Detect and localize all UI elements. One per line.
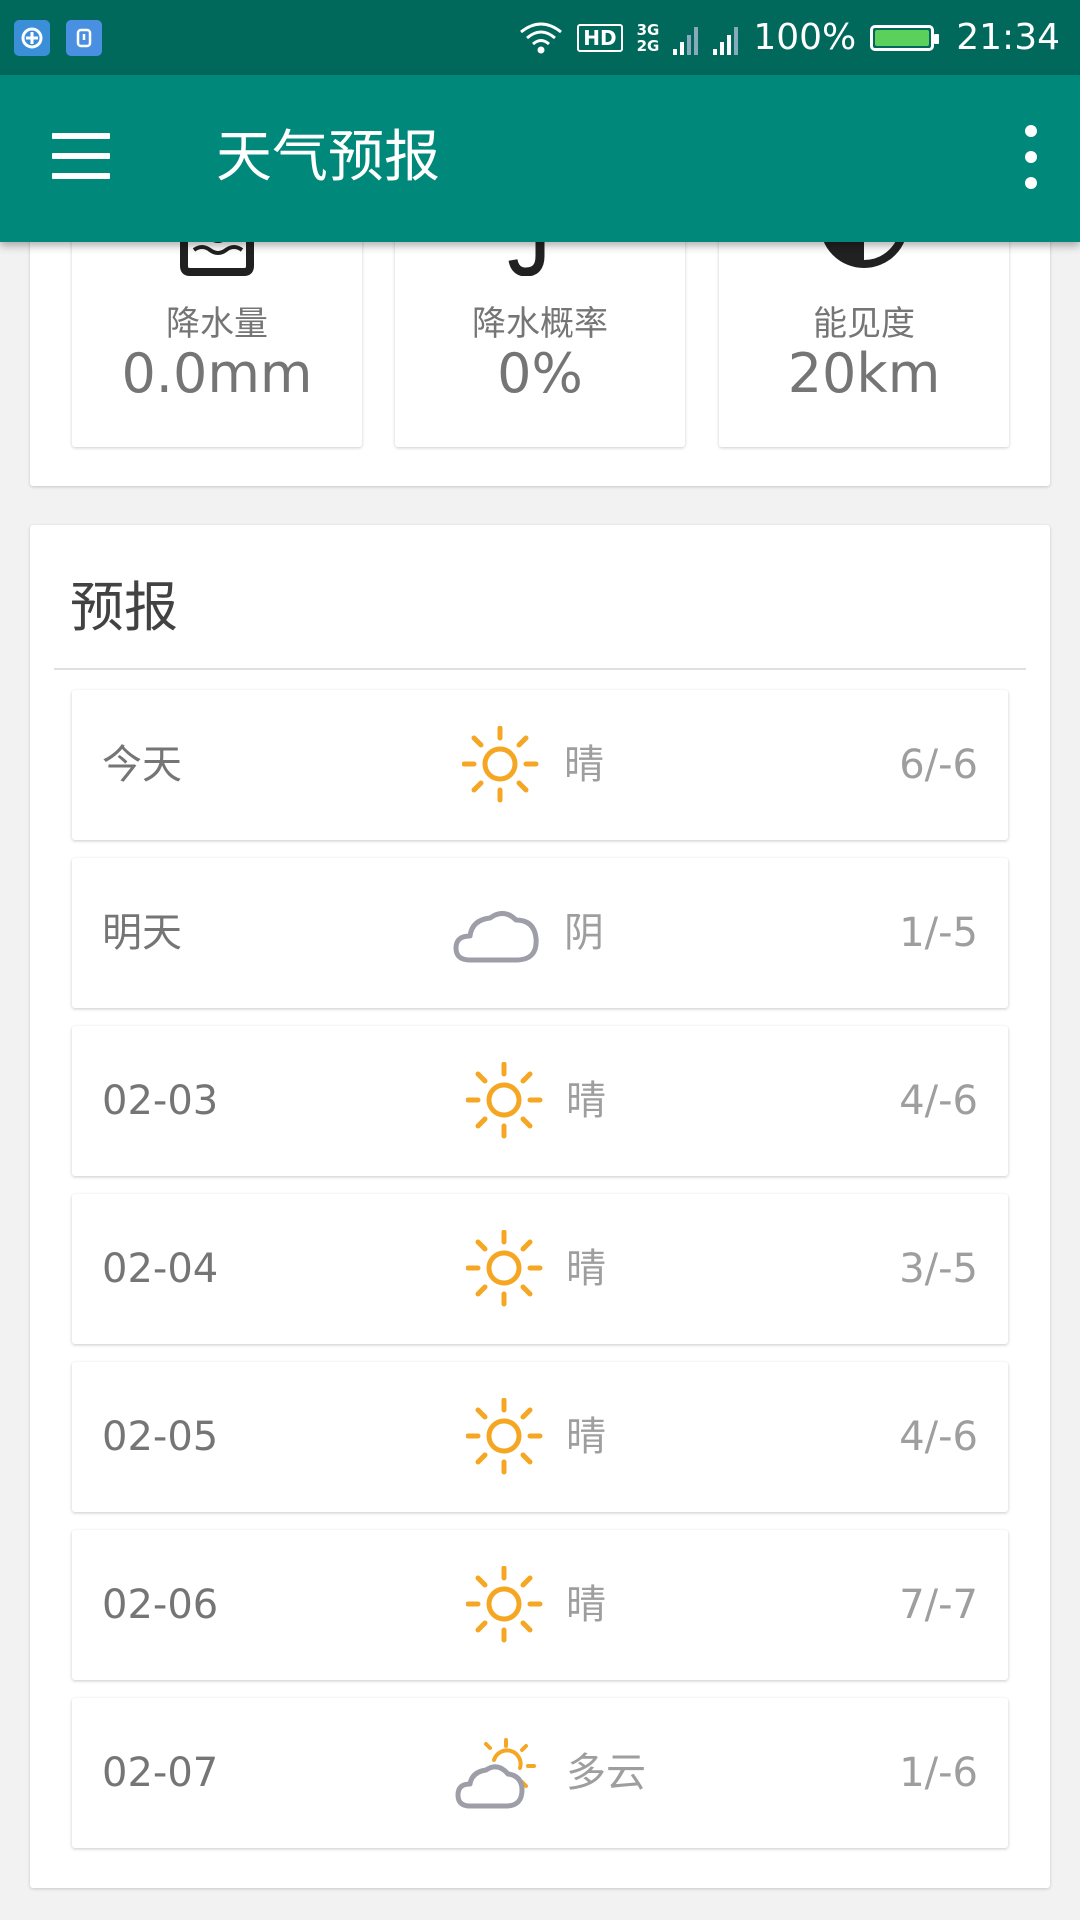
forecast-condition: 晴	[566, 1078, 606, 1124]
network-label-bottom: 2G	[636, 36, 660, 55]
metric-value: 0%	[497, 342, 583, 405]
forecast-date: 今天	[102, 742, 182, 788]
network-type-icon: 3G 2G	[637, 22, 660, 54]
forecast-row[interactable]: 今天 晴 6/-6	[72, 690, 1008, 840]
forecast-row[interactable]: 02-03 晴 4/-6	[72, 1026, 1008, 1176]
battery-percent: 100%	[753, 17, 857, 58]
sun-icon	[465, 1397, 550, 1478]
divider	[54, 668, 1026, 670]
forecast-date: 02-04	[102, 1246, 219, 1292]
forecast-condition: 晴	[566, 1414, 606, 1460]
forecast-date: 02-06	[102, 1582, 219, 1628]
usb-notification-icon	[66, 20, 102, 56]
partly-cloudy-icon	[454, 1734, 544, 1814]
cloud-icon	[452, 894, 539, 974]
forecast-temp: 4/-6	[899, 1078, 978, 1124]
forecast-date: 02-05	[102, 1414, 219, 1460]
network-label-top: 3G	[636, 20, 660, 39]
forecast-temp: 6/-6	[899, 742, 978, 788]
forecast-temp: 1/-6	[899, 1750, 978, 1796]
sun-icon	[465, 1565, 550, 1646]
sun-icon	[465, 1229, 550, 1310]
status-bar: HD 3G 2G 100% 21:34	[0, 0, 1080, 75]
app-notification-icon	[14, 20, 50, 56]
battery-fill	[875, 29, 930, 46]
metric-value: 20km	[787, 342, 941, 405]
status-bar-right: HD 3G 2G 100% 21:34	[519, 0, 1060, 75]
signal-icon-sim1	[673, 21, 699, 55]
sun-icon	[461, 725, 546, 806]
forecast-date: 02-03	[102, 1078, 219, 1124]
forecast-row[interactable]: 02-05 晴 4/-6	[72, 1362, 1008, 1512]
wifi-icon	[519, 20, 563, 56]
forecast-condition: 晴	[566, 1582, 606, 1628]
hd-badge: HD	[577, 23, 623, 52]
metric-label: 降水量	[166, 304, 268, 344]
forecast-date: 02-07	[102, 1750, 219, 1796]
forecast-card: 预报 今天 晴 6/-6 明天 阴 1/-5 02-03 晴 4/-6 02-0…	[30, 525, 1050, 1888]
forecast-row[interactable]: 02-04 晴 3/-5	[72, 1194, 1008, 1344]
forecast-temp: 1/-5	[899, 910, 978, 956]
forecast-temp: 7/-7	[899, 1582, 978, 1628]
forecast-date: 明天	[102, 910, 182, 956]
battery-icon	[870, 24, 940, 51]
app-title: 天气预报	[216, 125, 440, 190]
forecast-condition: 晴	[564, 742, 604, 788]
metric-label: 降水概率	[472, 304, 608, 344]
forecast-temp: 4/-6	[899, 1414, 978, 1460]
forecast-condition: 多云	[566, 1750, 646, 1796]
forecast-row[interactable]: 02-06 晴 7/-7	[72, 1530, 1008, 1680]
clock: 21:34	[956, 17, 1060, 58]
more-vert-icon[interactable]	[1016, 125, 1046, 189]
forecast-condition: 阴	[564, 910, 604, 956]
forecast-condition: 晴	[566, 1246, 606, 1292]
forecast-row[interactable]: 明天 阴 1/-5	[72, 858, 1008, 1008]
hamburger-menu-icon[interactable]	[52, 133, 110, 179]
metric-label: 能见度	[813, 304, 915, 344]
forecast-row[interactable]: 02-07 多云 1/-6	[72, 1698, 1008, 1848]
signal-icon-sim2	[713, 21, 739, 55]
metric-value: 0.0mm	[121, 342, 313, 405]
forecast-title: 预报	[70, 576, 178, 639]
forecast-temp: 3/-5	[899, 1246, 978, 1292]
sun-icon	[465, 1061, 550, 1142]
app-bar: 天气预报	[0, 75, 1080, 242]
